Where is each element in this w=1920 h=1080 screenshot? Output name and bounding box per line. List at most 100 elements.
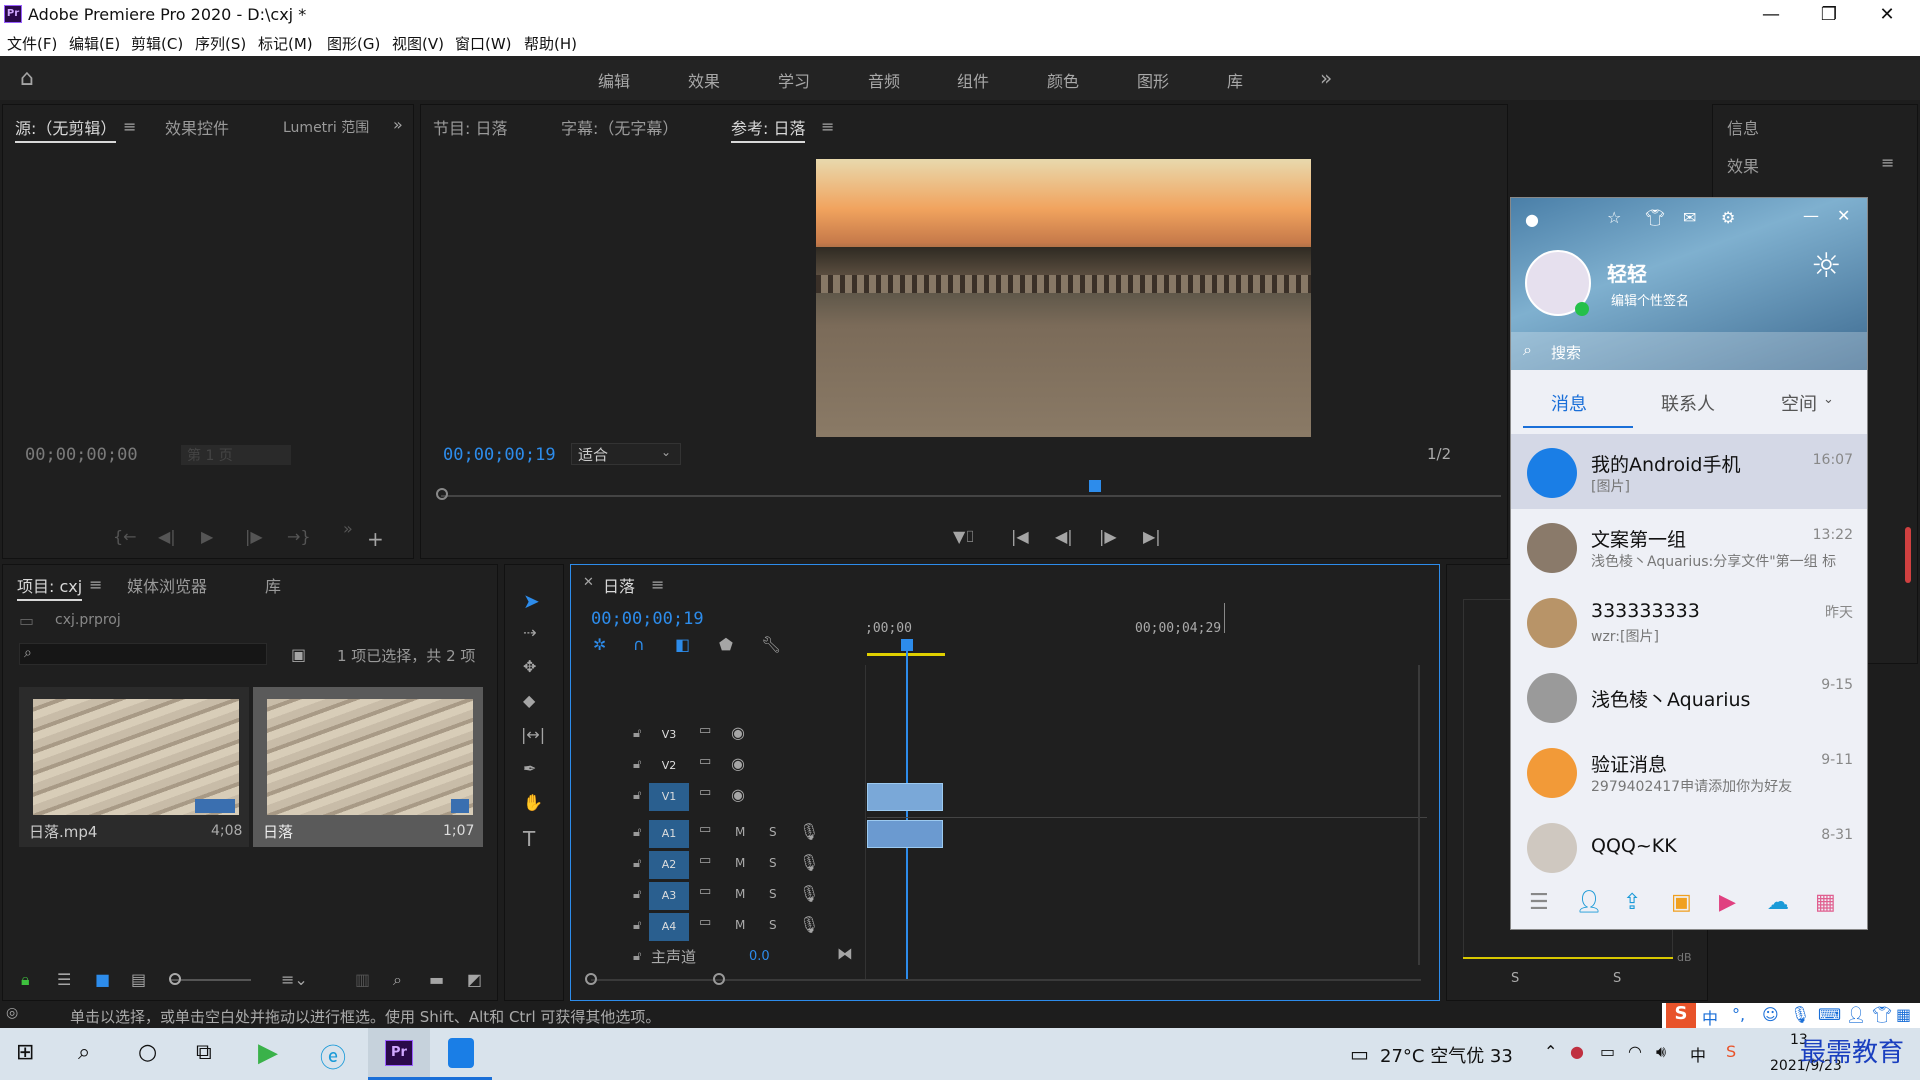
skin-icon[interactable]: 👕︎	[1872, 1005, 1892, 1024]
microphone-icon[interactable]: 🎙︎	[799, 884, 819, 903]
type-tool-icon[interactable]: T	[523, 827, 535, 851]
settings-wrench-icon[interactable]: 🔧︎	[761, 635, 781, 654]
restore-button[interactable]: ❐	[1800, 0, 1858, 30]
eye-icon[interactable]: ◉	[731, 754, 745, 773]
sogou-tray-icon[interactable]: S	[1726, 1042, 1736, 1061]
scroll-handle-left[interactable]	[585, 973, 597, 985]
input-language[interactable]: 中	[1690, 1042, 1706, 1066]
menu-window[interactable]: 窗口(W)	[455, 33, 512, 54]
panel-menu-icon[interactable]: ≡	[123, 117, 136, 136]
panel-menu-icon[interactable]: ≡	[89, 575, 102, 594]
ripple-edit-tool-icon[interactable]: ✥	[523, 657, 536, 676]
add-marker-icon[interactable]: ⬟	[719, 635, 733, 654]
track-label-a4[interactable]: A4	[649, 913, 689, 941]
panel-menu-icon[interactable]: ≡	[1881, 153, 1894, 172]
workspace-graphics[interactable]: 图形	[1137, 68, 1169, 92]
new-bin-icon[interactable]: ▣	[291, 645, 306, 664]
microphone-icon[interactable]: 🎙︎	[799, 853, 819, 872]
panel-menu-icon[interactable]: ≡	[821, 117, 834, 136]
microphone-icon[interactable]: 🎙︎	[799, 915, 819, 934]
punctuation-icon[interactable]: °,	[1732, 1005, 1745, 1024]
lock-icon[interactable]: 🔓︎	[633, 856, 641, 871]
sort-icon[interactable]: ≡⌄	[281, 970, 308, 989]
menu-marker[interactable]: 标记(M)	[258, 33, 313, 54]
qq-add-contact-icon[interactable]: 👤︎	[1575, 890, 1603, 915]
new-bin-icon[interactable]: ▬	[429, 970, 444, 989]
solo-button[interactable]: S	[769, 918, 777, 932]
sync-lock-icon[interactable]: ▭	[699, 853, 711, 868]
qq-bell-icon[interactable]: ●	[1525, 210, 1539, 229]
toolbox-icon[interactable]: ▦	[1896, 1005, 1911, 1024]
cortana-icon[interactable]: ○	[138, 1040, 157, 1065]
qq-chat-item[interactable]: 333333333 wzr:[图片] 昨天	[1511, 584, 1867, 659]
mute-button[interactable]: M	[735, 825, 745, 839]
qq-tray-icon[interactable]: ●	[1570, 1042, 1584, 1061]
track-select-tool-icon[interactable]: ⇢	[523, 623, 536, 642]
video-clip[interactable]	[867, 783, 943, 811]
razor-tool-icon[interactable]: ◆	[523, 691, 535, 710]
scroll-indicator[interactable]	[1905, 527, 1911, 583]
qq-search-box[interactable]: ⌕ 搜索	[1511, 332, 1867, 370]
lock-icon[interactable]: 🔓︎	[633, 788, 641, 803]
automate-icon[interactable]: ▥	[355, 970, 370, 989]
pen-tool-icon[interactable]: ✒	[523, 759, 536, 778]
workspace-color[interactable]: 颜色	[1047, 68, 1079, 92]
new-item-icon[interactable]: ◩	[467, 970, 482, 989]
workspace-learn[interactable]: 学习	[778, 68, 810, 92]
slip-tool-icon[interactable]: |↔|	[521, 725, 545, 744]
export-frame-icon[interactable]: ▼⌷	[953, 527, 975, 547]
more-buttons-icon[interactable]: »	[343, 519, 353, 538]
icon-view-icon[interactable]: ■	[95, 970, 110, 989]
workspace-edit[interactable]: 编辑	[598, 68, 630, 92]
snap-icon[interactable]: ∩	[633, 635, 645, 654]
play-icon[interactable]: ▶	[201, 527, 213, 546]
qq-tab-qzone[interactable]: 空间	[1781, 390, 1817, 416]
keyboard-icon[interactable]: ⌨	[1818, 1005, 1841, 1024]
browser-icon[interactable]: ⓔ	[320, 1038, 346, 1075]
track-label-a1[interactable]: A1	[649, 820, 689, 848]
qq-chat-item[interactable]: 文案第一组 浅色棱丶Aquarius:分享文件"第一组 标 13:22	[1511, 509, 1867, 584]
tab-project[interactable]: 项目: cxj	[17, 573, 83, 601]
playhead-scrubber-track[interactable]	[441, 495, 1501, 497]
eye-icon[interactable]: ◉	[731, 785, 745, 804]
nest-icon[interactable]: ✲	[593, 635, 606, 654]
freeform-view-icon[interactable]: ▤	[131, 970, 146, 989]
qq-weather-sun-icon[interactable]: ☼	[1811, 246, 1841, 286]
vertical-scrollbar[interactable]	[1418, 665, 1420, 965]
qq-nickname[interactable]: 轻轻	[1607, 258, 1647, 287]
solo-button[interactable]: S	[769, 825, 777, 839]
playhead-handle[interactable]	[901, 639, 913, 651]
track-label-a3[interactable]: A3	[649, 882, 689, 910]
lock-icon[interactable]: 🔓︎	[633, 757, 641, 772]
project-item[interactable]: 日落.mp4 4;08	[19, 687, 249, 847]
step-back-icon[interactable]: ◀|	[1055, 527, 1073, 546]
mute-button[interactable]: M	[735, 887, 745, 901]
emoji-icon[interactable]: ☺	[1762, 1005, 1779, 1024]
solo-button[interactable]: S	[1511, 971, 1519, 986]
more-workspaces-icon[interactable]: »	[1320, 66, 1332, 90]
qq-chat-item[interactable]: 浅色棱丶Aquarius 9-15	[1511, 659, 1867, 734]
go-to-out-icon[interactable]: ▶|	[1143, 527, 1161, 546]
weather-text[interactable]: 27°C 空气优 33	[1380, 1042, 1513, 1068]
audio-clip[interactable]	[867, 820, 943, 848]
search-icon[interactable]: ⌕	[78, 1040, 90, 1065]
qq-online-status-icon[interactable]	[1575, 302, 1589, 316]
qq-settings-icon[interactable]: ⚙	[1721, 208, 1735, 227]
more-tabs-icon[interactable]: »	[393, 115, 403, 134]
qq-tab-contacts[interactable]: 联系人	[1661, 390, 1715, 416]
qq-shirt-icon[interactable]: 👕︎	[1645, 208, 1665, 227]
taskbar-premiere[interactable]: Pr	[368, 1028, 430, 1080]
project-search-input[interactable]: ⌕	[19, 643, 267, 665]
lock-icon[interactable]: 🔓︎	[633, 726, 641, 741]
sync-lock-icon[interactable]: ▭	[699, 754, 711, 769]
tab-effect-controls[interactable]: 效果控件	[165, 115, 229, 139]
qq-tab-messages[interactable]: 消息	[1551, 390, 1587, 416]
go-to-edit-point-icon[interactable]: ⧓	[837, 944, 853, 963]
qq-close-icon[interactable]: ✕	[1837, 206, 1850, 225]
lock-icon[interactable]: 🔒︎	[21, 970, 30, 990]
timeline-timecode[interactable]: 00;00;00;19	[591, 609, 704, 629]
tab-media-browser[interactable]: 媒体浏览器	[127, 573, 207, 597]
solo-button[interactable]: S	[769, 856, 777, 870]
eye-icon[interactable]: ◉	[731, 723, 745, 742]
close-icon[interactable]: ✕	[583, 575, 594, 590]
